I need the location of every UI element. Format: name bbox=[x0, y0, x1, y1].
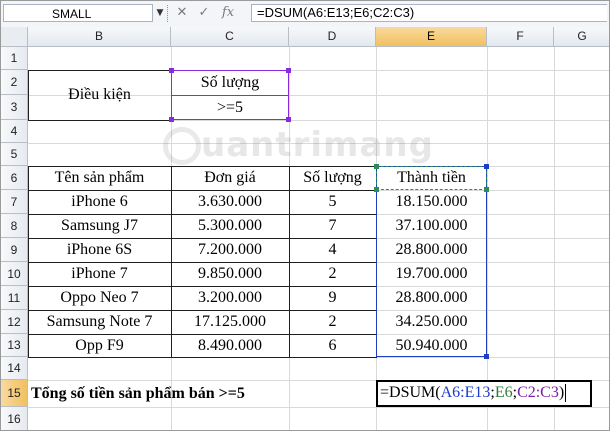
row-header-16[interactable]: 16 bbox=[1, 407, 28, 430]
column-header-b[interactable]: B bbox=[28, 27, 171, 47]
select-all-corner[interactable] bbox=[1, 27, 28, 47]
table-hline bbox=[28, 310, 376, 311]
watermark-text: uantrimang bbox=[201, 125, 434, 165]
column-header-d[interactable]: D bbox=[289, 27, 376, 47]
column-header-e[interactable]: E bbox=[376, 27, 487, 47]
row-header-10[interactable]: 10 bbox=[1, 262, 28, 286]
table-hline bbox=[28, 238, 376, 239]
name-box-dropdown-icon[interactable]: ▼ bbox=[154, 4, 166, 22]
range-handle[interactable] bbox=[169, 117, 174, 122]
row-header-1[interactable]: 1 bbox=[1, 47, 28, 70]
row-header-14[interactable]: 14 bbox=[1, 357, 28, 380]
watermark-logo-icon bbox=[163, 127, 201, 165]
row-header-2[interactable]: 2 bbox=[1, 70, 28, 95]
table-cell[interactable]: 17.125.000 bbox=[171, 310, 289, 334]
table-cell[interactable]: 5.300.000 bbox=[171, 214, 289, 238]
table-cell[interactable]: iPhone 7 bbox=[28, 262, 171, 286]
table-header-cell[interactable]: Số lượng bbox=[289, 166, 376, 190]
row-header-9[interactable]: 9 bbox=[1, 238, 28, 262]
insert-function-icon[interactable]: fx bbox=[219, 4, 237, 22]
range-handle[interactable] bbox=[374, 164, 379, 169]
gridline bbox=[28, 407, 609, 408]
table-cell[interactable]: Samsung J7 bbox=[28, 214, 171, 238]
table-cell[interactable]: 4 bbox=[289, 238, 376, 262]
table-cell[interactable]: 7 bbox=[289, 214, 376, 238]
column-header-g[interactable]: G bbox=[554, 27, 609, 47]
table-header-cell[interactable]: Đơn giá bbox=[171, 166, 289, 190]
table-hline bbox=[28, 286, 376, 287]
formula-prefix: =DSUM( bbox=[380, 384, 441, 401]
spreadsheet-window: SMALL ▼ ✕ ✓ fx =DSUM(A6:E13;E6;C2:C3) B … bbox=[0, 0, 610, 431]
formula-input[interactable]: =DSUM(A6:E13;E6;C2:C3) bbox=[251, 4, 607, 22]
row-header-4[interactable]: 4 bbox=[1, 120, 28, 143]
range-handle[interactable] bbox=[374, 187, 379, 192]
table-cell[interactable]: 9 bbox=[289, 286, 376, 310]
field-reference-highlight bbox=[376, 166, 487, 190]
row-header-11[interactable]: 11 bbox=[1, 286, 28, 310]
table-cell[interactable]: Opp F9 bbox=[28, 334, 171, 357]
table-hline bbox=[28, 334, 376, 335]
table-header-cell[interactable]: Tên sản phẩm bbox=[28, 166, 171, 190]
row-header-15[interactable]: 15 bbox=[1, 380, 28, 407]
table-cell[interactable]: 6 bbox=[289, 334, 376, 357]
column-header-c[interactable]: C bbox=[171, 27, 289, 47]
row-header-5[interactable]: 5 bbox=[1, 143, 28, 166]
range-handle[interactable] bbox=[484, 354, 489, 359]
formula-suffix: ) bbox=[558, 384, 565, 401]
database-range-highlight bbox=[376, 166, 487, 357]
range-handle[interactable] bbox=[484, 164, 489, 169]
table-cell[interactable]: iPhone 6S bbox=[28, 238, 171, 262]
range-handle[interactable] bbox=[286, 68, 291, 73]
formula-bar: SMALL ▼ ✕ ✓ fx =DSUM(A6:E13;E6;C2:C3) bbox=[1, 1, 609, 28]
table-cell[interactable]: 2 bbox=[289, 262, 376, 286]
table-cell[interactable]: iPhone 6 bbox=[28, 190, 171, 214]
range-handle[interactable] bbox=[484, 187, 489, 192]
table-cell[interactable]: 5 bbox=[289, 190, 376, 214]
table-cell[interactable]: 2 bbox=[289, 310, 376, 334]
table-cell[interactable]: 8.490.000 bbox=[171, 334, 289, 357]
formula-ref-criteria: C2:C3 bbox=[517, 384, 559, 401]
row-header-7[interactable]: 7 bbox=[1, 190, 28, 214]
name-box[interactable]: SMALL bbox=[3, 4, 153, 22]
table-hline bbox=[28, 262, 376, 263]
table-hline bbox=[28, 190, 376, 191]
row-header-3[interactable]: 3 bbox=[1, 95, 28, 120]
row-header-13[interactable]: 13 bbox=[1, 334, 28, 357]
active-cell-editor[interactable]: =DSUM(A6:E13;E6;C2:C3) bbox=[376, 380, 592, 407]
text-caret bbox=[565, 384, 567, 403]
criteria-divider bbox=[171, 95, 289, 96]
criteria-label[interactable]: Điều kiện bbox=[28, 70, 171, 120]
table-cell[interactable]: 9.850.000 bbox=[171, 262, 289, 286]
table-cell[interactable]: Samsung Note 7 bbox=[28, 310, 171, 334]
row-header-6[interactable]: 6 bbox=[1, 166, 28, 190]
total-label[interactable]: Tổng số tiền sản phẩm bán >=5 bbox=[31, 380, 361, 407]
formula-bar-separator[interactable] bbox=[167, 5, 172, 22]
row-header-8[interactable]: 8 bbox=[1, 214, 28, 238]
formula-ref-database: A6:E13 bbox=[440, 384, 491, 401]
table-cell[interactable]: 7.200.000 bbox=[171, 238, 289, 262]
range-handle[interactable] bbox=[286, 117, 291, 122]
gridline bbox=[554, 47, 555, 430]
gridline bbox=[487, 47, 488, 430]
formula-ref-field: E6 bbox=[494, 384, 513, 401]
table-cell[interactable]: 3.200.000 bbox=[171, 286, 289, 310]
enter-check-icon[interactable]: ✓ bbox=[195, 4, 213, 22]
row-header-12[interactable]: 12 bbox=[1, 310, 28, 334]
cancel-icon[interactable]: ✕ bbox=[173, 4, 191, 22]
table-cell[interactable]: 3.630.000 bbox=[171, 190, 289, 214]
table-hline bbox=[28, 214, 376, 215]
range-handle[interactable] bbox=[169, 68, 174, 73]
column-header-f[interactable]: F bbox=[487, 27, 554, 47]
table-cell[interactable]: Oppo Neo 7 bbox=[28, 286, 171, 310]
